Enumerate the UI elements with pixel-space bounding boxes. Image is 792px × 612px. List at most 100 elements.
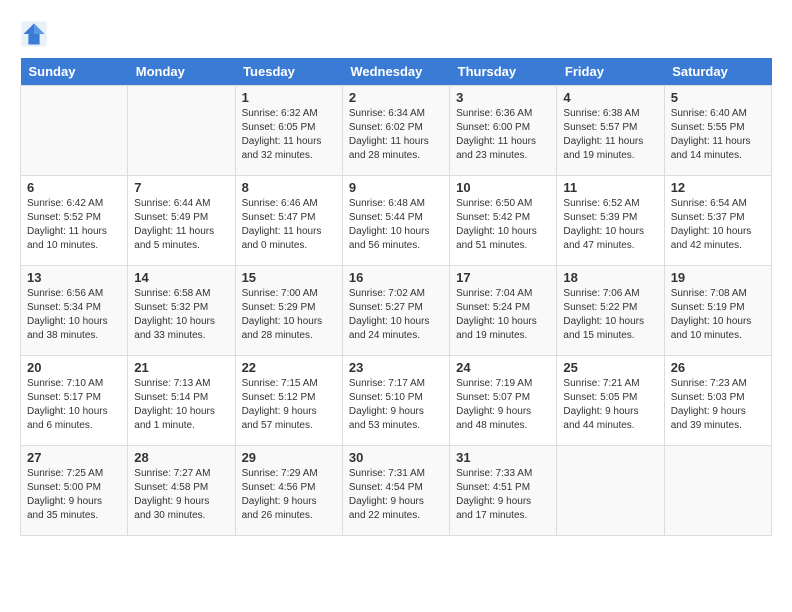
logo-icon bbox=[20, 20, 48, 48]
calendar-cell: 27 Sunrise: 7:25 AMSunset: 5:00 PMDaylig… bbox=[21, 446, 128, 536]
day-number: 13 bbox=[27, 270, 121, 285]
day-number: 28 bbox=[134, 450, 228, 465]
day-info: Sunrise: 7:13 AMSunset: 5:14 PMDaylight:… bbox=[134, 377, 228, 433]
day-info: Sunrise: 6:46 AMSunset: 5:47 PMDaylight:… bbox=[242, 197, 336, 253]
day-info: Sunrise: 7:29 AMSunset: 4:56 PMDaylight:… bbox=[242, 467, 336, 523]
calendar-cell: 11 Sunrise: 6:52 AMSunset: 5:39 PMDaylig… bbox=[557, 176, 664, 266]
weekday-header: Tuesday bbox=[235, 58, 342, 86]
day-info: Sunrise: 7:06 AMSunset: 5:22 PMDaylight:… bbox=[563, 287, 657, 343]
day-info: Sunrise: 7:27 AMSunset: 4:58 PMDaylight:… bbox=[134, 467, 228, 523]
day-number: 9 bbox=[349, 180, 443, 195]
calendar-cell: 21 Sunrise: 7:13 AMSunset: 5:14 PMDaylig… bbox=[128, 356, 235, 446]
calendar-header: SundayMondayTuesdayWednesdayThursdayFrid… bbox=[21, 58, 772, 86]
day-number: 15 bbox=[242, 270, 336, 285]
day-number: 22 bbox=[242, 360, 336, 375]
day-info: Sunrise: 7:23 AMSunset: 5:03 PMDaylight:… bbox=[671, 377, 765, 433]
day-info: Sunrise: 7:00 AMSunset: 5:29 PMDaylight:… bbox=[242, 287, 336, 343]
calendar-cell: 20 Sunrise: 7:10 AMSunset: 5:17 PMDaylig… bbox=[21, 356, 128, 446]
calendar-cell: 17 Sunrise: 7:04 AMSunset: 5:24 PMDaylig… bbox=[450, 266, 557, 356]
day-info: Sunrise: 7:02 AMSunset: 5:27 PMDaylight:… bbox=[349, 287, 443, 343]
day-info: Sunrise: 6:58 AMSunset: 5:32 PMDaylight:… bbox=[134, 287, 228, 343]
day-number: 8 bbox=[242, 180, 336, 195]
calendar-cell: 9 Sunrise: 6:48 AMSunset: 5:44 PMDayligh… bbox=[342, 176, 449, 266]
calendar-cell: 1 Sunrise: 6:32 AMSunset: 6:05 PMDayligh… bbox=[235, 86, 342, 176]
day-info: Sunrise: 6:42 AMSunset: 5:52 PMDaylight:… bbox=[27, 197, 121, 253]
day-number: 2 bbox=[349, 90, 443, 105]
logo bbox=[20, 20, 52, 48]
weekday-header: Monday bbox=[128, 58, 235, 86]
weekday-header: Friday bbox=[557, 58, 664, 86]
calendar-cell: 14 Sunrise: 6:58 AMSunset: 5:32 PMDaylig… bbox=[128, 266, 235, 356]
day-info: Sunrise: 6:40 AMSunset: 5:55 PMDaylight:… bbox=[671, 107, 765, 163]
calendar-cell: 15 Sunrise: 7:00 AMSunset: 5:29 PMDaylig… bbox=[235, 266, 342, 356]
calendar-cell: 24 Sunrise: 7:19 AMSunset: 5:07 PMDaylig… bbox=[450, 356, 557, 446]
day-info: Sunrise: 7:31 AMSunset: 4:54 PMDaylight:… bbox=[349, 467, 443, 523]
calendar-week-row: 6 Sunrise: 6:42 AMSunset: 5:52 PMDayligh… bbox=[21, 176, 772, 266]
calendar-week-row: 1 Sunrise: 6:32 AMSunset: 6:05 PMDayligh… bbox=[21, 86, 772, 176]
day-number: 4 bbox=[563, 90, 657, 105]
calendar-cell: 25 Sunrise: 7:21 AMSunset: 5:05 PMDaylig… bbox=[557, 356, 664, 446]
calendar-cell: 31 Sunrise: 7:33 AMSunset: 4:51 PMDaylig… bbox=[450, 446, 557, 536]
calendar-cell bbox=[128, 86, 235, 176]
calendar-cell: 2 Sunrise: 6:34 AMSunset: 6:02 PMDayligh… bbox=[342, 86, 449, 176]
day-number: 1 bbox=[242, 90, 336, 105]
calendar-cell: 29 Sunrise: 7:29 AMSunset: 4:56 PMDaylig… bbox=[235, 446, 342, 536]
calendar-cell: 26 Sunrise: 7:23 AMSunset: 5:03 PMDaylig… bbox=[664, 356, 771, 446]
calendar-cell: 16 Sunrise: 7:02 AMSunset: 5:27 PMDaylig… bbox=[342, 266, 449, 356]
day-number: 24 bbox=[456, 360, 550, 375]
day-info: Sunrise: 6:34 AMSunset: 6:02 PMDaylight:… bbox=[349, 107, 443, 163]
calendar-cell: 12 Sunrise: 6:54 AMSunset: 5:37 PMDaylig… bbox=[664, 176, 771, 266]
day-number: 12 bbox=[671, 180, 765, 195]
day-number: 29 bbox=[242, 450, 336, 465]
day-info: Sunrise: 7:19 AMSunset: 5:07 PMDaylight:… bbox=[456, 377, 550, 433]
day-info: Sunrise: 6:52 AMSunset: 5:39 PMDaylight:… bbox=[563, 197, 657, 253]
day-number: 5 bbox=[671, 90, 765, 105]
day-info: Sunrise: 6:56 AMSunset: 5:34 PMDaylight:… bbox=[27, 287, 121, 343]
day-number: 11 bbox=[563, 180, 657, 195]
day-number: 18 bbox=[563, 270, 657, 285]
day-number: 14 bbox=[134, 270, 228, 285]
calendar-cell: 22 Sunrise: 7:15 AMSunset: 5:12 PMDaylig… bbox=[235, 356, 342, 446]
calendar-cell bbox=[21, 86, 128, 176]
weekday-header: Wednesday bbox=[342, 58, 449, 86]
day-number: 23 bbox=[349, 360, 443, 375]
calendar-cell: 10 Sunrise: 6:50 AMSunset: 5:42 PMDaylig… bbox=[450, 176, 557, 266]
calendar-cell: 7 Sunrise: 6:44 AMSunset: 5:49 PMDayligh… bbox=[128, 176, 235, 266]
day-info: Sunrise: 7:15 AMSunset: 5:12 PMDaylight:… bbox=[242, 377, 336, 433]
calendar-week-row: 27 Sunrise: 7:25 AMSunset: 5:00 PMDaylig… bbox=[21, 446, 772, 536]
day-info: Sunrise: 6:32 AMSunset: 6:05 PMDaylight:… bbox=[242, 107, 336, 163]
day-info: Sunrise: 6:44 AMSunset: 5:49 PMDaylight:… bbox=[134, 197, 228, 253]
day-info: Sunrise: 7:10 AMSunset: 5:17 PMDaylight:… bbox=[27, 377, 121, 433]
day-number: 21 bbox=[134, 360, 228, 375]
calendar-cell: 8 Sunrise: 6:46 AMSunset: 5:47 PMDayligh… bbox=[235, 176, 342, 266]
day-number: 6 bbox=[27, 180, 121, 195]
weekday-header: Sunday bbox=[21, 58, 128, 86]
day-info: Sunrise: 7:04 AMSunset: 5:24 PMDaylight:… bbox=[456, 287, 550, 343]
day-info: Sunrise: 6:54 AMSunset: 5:37 PMDaylight:… bbox=[671, 197, 765, 253]
calendar-cell: 13 Sunrise: 6:56 AMSunset: 5:34 PMDaylig… bbox=[21, 266, 128, 356]
day-number: 30 bbox=[349, 450, 443, 465]
calendar-cell: 4 Sunrise: 6:38 AMSunset: 5:57 PMDayligh… bbox=[557, 86, 664, 176]
calendar-table: SundayMondayTuesdayWednesdayThursdayFrid… bbox=[20, 58, 772, 536]
calendar-cell bbox=[664, 446, 771, 536]
calendar-cell: 6 Sunrise: 6:42 AMSunset: 5:52 PMDayligh… bbox=[21, 176, 128, 266]
weekday-header: Saturday bbox=[664, 58, 771, 86]
day-info: Sunrise: 7:33 AMSunset: 4:51 PMDaylight:… bbox=[456, 467, 550, 523]
day-info: Sunrise: 6:38 AMSunset: 5:57 PMDaylight:… bbox=[563, 107, 657, 163]
day-number: 3 bbox=[456, 90, 550, 105]
day-info: Sunrise: 7:21 AMSunset: 5:05 PMDaylight:… bbox=[563, 377, 657, 433]
day-number: 25 bbox=[563, 360, 657, 375]
calendar-cell: 18 Sunrise: 7:06 AMSunset: 5:22 PMDaylig… bbox=[557, 266, 664, 356]
day-number: 10 bbox=[456, 180, 550, 195]
day-info: Sunrise: 6:36 AMSunset: 6:00 PMDaylight:… bbox=[456, 107, 550, 163]
calendar-cell bbox=[557, 446, 664, 536]
day-number: 27 bbox=[27, 450, 121, 465]
calendar-cell: 3 Sunrise: 6:36 AMSunset: 6:00 PMDayligh… bbox=[450, 86, 557, 176]
day-info: Sunrise: 7:25 AMSunset: 5:00 PMDaylight:… bbox=[27, 467, 121, 523]
day-number: 19 bbox=[671, 270, 765, 285]
day-info: Sunrise: 7:17 AMSunset: 5:10 PMDaylight:… bbox=[349, 377, 443, 433]
calendar-cell: 19 Sunrise: 7:08 AMSunset: 5:19 PMDaylig… bbox=[664, 266, 771, 356]
calendar-week-row: 20 Sunrise: 7:10 AMSunset: 5:17 PMDaylig… bbox=[21, 356, 772, 446]
weekday-header: Thursday bbox=[450, 58, 557, 86]
day-number: 20 bbox=[27, 360, 121, 375]
